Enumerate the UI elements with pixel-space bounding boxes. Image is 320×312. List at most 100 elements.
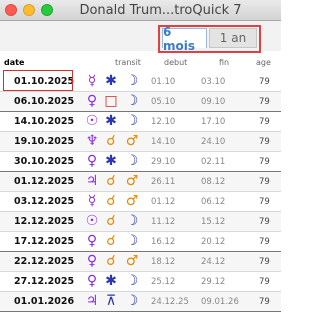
row-debut: 01.10 — [151, 77, 176, 87]
aspect-icon: ✱ — [105, 73, 117, 89]
table-row[interactable]: 30.10.2025 ♀ ✱ ☽ 29.10 02.11 79 — [0, 152, 281, 172]
aspect-icon: ✱ — [105, 153, 117, 169]
natal-planet-icon: ♂ — [125, 133, 139, 149]
transit-planet-icon: ♀ — [86, 273, 98, 289]
column-header-date[interactable]: date — [4, 58, 24, 67]
row-age: 79 — [259, 177, 270, 187]
row-age: 79 — [259, 137, 270, 147]
natal-planet-icon: ☽ — [125, 233, 139, 249]
table-header: date transit debut fin age — [0, 58, 281, 70]
column-header-transit[interactable]: transit — [115, 58, 141, 67]
table-row[interactable]: 17.12.2025 ♀ ☌ ☽ 16.12 20.12 79 — [0, 232, 281, 252]
row-debut: 05.10 — [151, 97, 176, 107]
aspect-icon: ☌ — [106, 213, 116, 229]
transit-planet-icon: ♀ — [86, 253, 98, 269]
transit-planet-icon: ♃ — [85, 293, 99, 309]
row-date: 03.12.2025 — [14, 196, 75, 207]
row-fin: 02.11 — [201, 157, 226, 167]
aspect-icon: ☌ — [106, 233, 116, 249]
column-header-fin[interactable]: fin — [219, 58, 229, 67]
transit-planet-icon: ☉ — [85, 213, 99, 229]
row-date: 19.10.2025 — [14, 136, 75, 147]
transit-planet-icon: ♃ — [85, 173, 99, 189]
tab-1-an[interactable]: 1 an — [209, 28, 257, 48]
aspect-icon: ✱ — [105, 113, 117, 129]
row-fin: 24.12 — [201, 257, 226, 267]
row-date: 17.12.2025 — [14, 236, 75, 247]
tab-6-mois[interactable]: 6 mois — [162, 25, 207, 53]
transit-table: 01.10.2025 ☿ ✱ ☽ 01.10 03.10 79 06.10.2025 ♀ □ ☽ 05… — [0, 72, 281, 312]
transit-planet-icon: ☿ — [87, 73, 97, 89]
aspect-icon: ☌ — [106, 173, 116, 189]
table-row[interactable]: 01.12.2025 ♃ ☌ ♂ 26.11 08.12 79 — [0, 172, 281, 192]
row-date: 14.10.2025 — [14, 116, 75, 127]
transit-planet-icon: ♀ — [86, 233, 98, 249]
row-date: 30.10.2025 — [14, 156, 75, 167]
row-debut: 12.10 — [151, 117, 176, 127]
row-fin: 15.12 — [201, 217, 226, 227]
row-fin: 09.10 — [201, 97, 226, 107]
row-debut: 01.12 — [151, 197, 176, 207]
natal-planet-icon: ☽ — [125, 113, 139, 129]
row-debut: 29.10 — [151, 157, 176, 167]
row-fin: 29.12 — [201, 277, 226, 287]
natal-planet-icon: ♂ — [125, 253, 139, 269]
row-fin: 09.01.26 — [201, 297, 239, 307]
column-header-age[interactable]: age — [256, 58, 271, 67]
aspect-icon: ⊼ — [105, 293, 117, 309]
row-age: 79 — [259, 237, 270, 247]
row-age: 79 — [259, 117, 270, 127]
aspect-icon: ✱ — [105, 273, 117, 289]
row-fin: 20.12 — [201, 237, 226, 247]
table-row[interactable]: 01.01.2026 ♃ ⊼ ☽ 24.12.25 09.01.26 79 — [0, 292, 281, 312]
window-title: Donald Trum...troQuick 7 — [79, 3, 242, 18]
row-debut: 24.12.25 — [151, 297, 189, 307]
transit-planet-icon: ☉ — [85, 113, 99, 129]
natal-planet-icon: ☽ — [125, 73, 139, 89]
row-debut: 26.11 — [151, 177, 176, 187]
natal-planet-icon: ♂ — [125, 173, 139, 189]
row-debut: 25.12 — [151, 277, 176, 287]
natal-planet-icon: ☽ — [125, 93, 139, 109]
aspect-icon: ☌ — [106, 253, 116, 269]
aspect-icon: □ — [104, 93, 118, 109]
period-tab-bar: 6 mois 1 an — [0, 21, 281, 53]
natal-planet-icon: ♂ — [125, 193, 139, 209]
selected-date-highlight — [3, 70, 73, 91]
row-date: 01.12.2025 — [14, 176, 75, 187]
natal-planet-icon: ☽ — [125, 153, 139, 169]
aspect-icon: ☌ — [106, 193, 116, 209]
natal-planet-icon: ☽ — [125, 273, 139, 289]
table-row[interactable]: 12.12.2025 ☉ ☌ ☽ 11.12 15.12 79 — [0, 212, 281, 232]
table-row[interactable]: 06.10.2025 ♀ □ ☽ 05.10 09.10 79 — [0, 92, 281, 112]
row-fin: 03.10 — [201, 77, 226, 87]
row-age: 79 — [259, 197, 270, 207]
table-row[interactable]: 03.12.2025 ☿ ☌ ♂ 01.12 06.12 79 — [0, 192, 281, 212]
table-row[interactable]: 27.12.2025 ♀ ✱ ☽ 25.12 29.12 79 — [0, 272, 281, 292]
natal-planet-icon: ☽ — [125, 213, 139, 229]
row-age: 79 — [259, 97, 270, 107]
row-age: 79 — [259, 157, 270, 167]
transit-planet-icon: ☿ — [87, 193, 97, 209]
row-debut: 18.12 — [151, 257, 176, 267]
row-date: 06.10.2025 — [14, 96, 75, 107]
table-row[interactable]: 14.10.2025 ☉ ✱ ☽ 12.10 17.10 79 — [0, 112, 281, 132]
row-fin: 17.10 — [201, 117, 226, 127]
transit-planet-icon: ♀ — [86, 93, 98, 109]
aspect-icon: ☌ — [106, 133, 116, 149]
column-header-debut[interactable]: debut — [164, 58, 187, 67]
natal-planet-icon: ☽ — [125, 293, 139, 309]
row-debut: 16.12 — [151, 237, 176, 247]
row-fin: 06.12 — [201, 197, 226, 207]
row-age: 79 — [259, 277, 270, 287]
table-row[interactable]: 19.10.2025 ♆ ☌ ♂ 14.10 24.10 79 — [0, 132, 281, 152]
table-row[interactable]: 22.12.2025 ♀ ☌ ♂ 18.12 24.12 79 — [0, 252, 281, 272]
row-fin: 08.12 — [201, 177, 226, 187]
title-bar: Donald Trum...troQuick 7 — [0, 0, 281, 21]
row-date: 22.12.2025 — [14, 256, 75, 267]
row-debut: 11.12 — [151, 217, 176, 227]
row-fin: 24.10 — [201, 137, 226, 147]
row-age: 79 — [259, 77, 270, 87]
row-debut: 14.10 — [151, 137, 176, 147]
row-age: 79 — [259, 257, 270, 267]
